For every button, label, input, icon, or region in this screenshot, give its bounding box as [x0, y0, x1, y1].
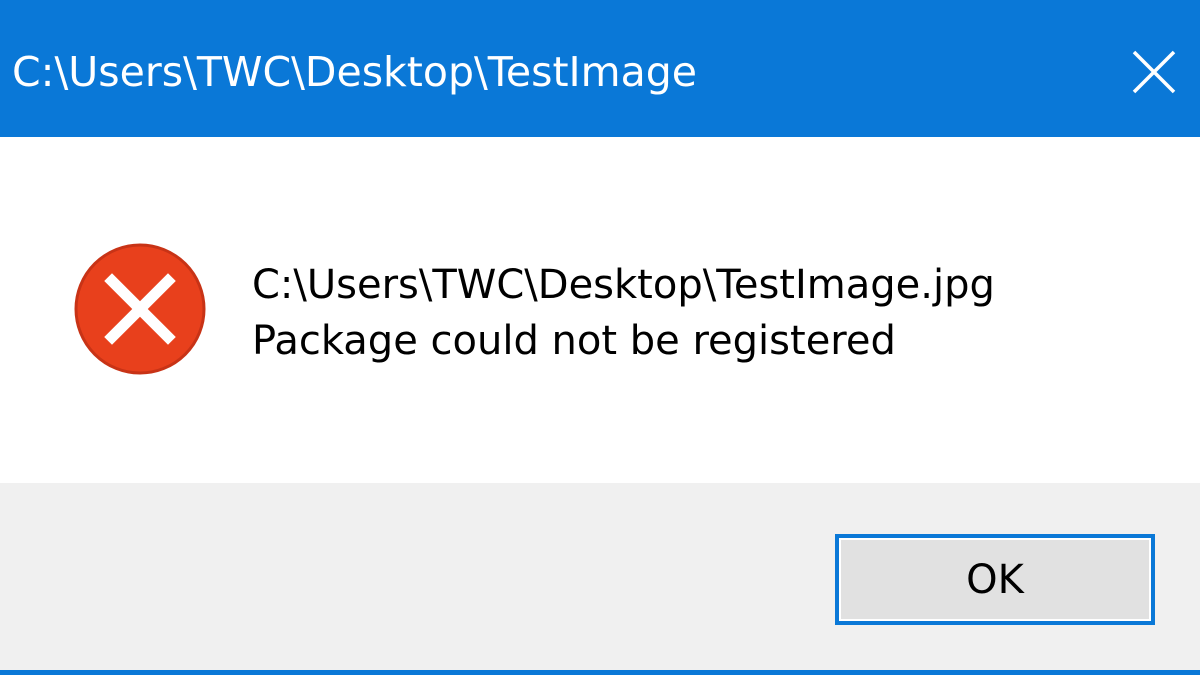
close-button[interactable] [1120, 38, 1188, 106]
title-bar[interactable]: C:\Users\TWC\Desktop\TestImage [0, 0, 1200, 137]
window-title: C:\Users\TWC\Desktop\TestImage [12, 48, 697, 96]
close-icon [1132, 50, 1176, 94]
button-bar: OK [0, 483, 1200, 670]
error-description: Package could not be registered [252, 318, 896, 364]
ok-button-label: OK [966, 556, 1024, 603]
error-icon [74, 243, 206, 375]
error-dialog: C:\Users\TWC\Desktop\TestImage C:\Users\… [0, 0, 1200, 675]
error-message: C:\Users\TWC\Desktop\TestImage.jpg Packa… [252, 257, 995, 369]
ok-button[interactable]: OK [835, 534, 1155, 625]
dialog-body: C:\Users\TWC\Desktop\TestImage.jpg Packa… [0, 137, 1200, 483]
file-path-text: C:\Users\TWC\Desktop\TestImage.jpg [252, 262, 995, 308]
